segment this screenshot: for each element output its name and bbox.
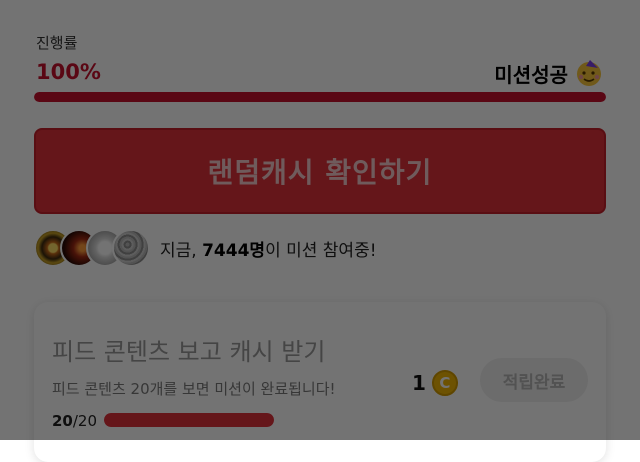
mission-count: 20/20 (52, 412, 97, 430)
participants-text: 지금, 7444명이 미션 참여중! (160, 236, 377, 261)
party-face-icon (574, 58, 604, 88)
mission-progress-bar (104, 413, 274, 427)
mission-card-title: 피드 콘텐츠 보고 캐시 받기 (52, 338, 326, 366)
participants-row: 지금, 7444명이 미션 참여중! (34, 226, 377, 270)
participants-count: 7444명 (202, 240, 266, 261)
random-cash-button[interactable]: 랜덤캐시 확인하기 (34, 128, 606, 214)
mission-card-description: 피드 콘텐츠 20개를 보면 미션이 완료됩니다! (52, 380, 336, 398)
mission-card: 피드 콘텐츠 보고 캐시 받기 피드 콘텐츠 20개를 보면 미션이 완료됩니다… (34, 302, 606, 462)
mission-status: 미션성공 (494, 58, 604, 88)
collect-done-button[interactable]: 적립완료 (480, 358, 588, 402)
avatar (112, 229, 150, 267)
mission-count-current: 20 (52, 412, 73, 430)
reward-count: 1 (412, 371, 426, 395)
participants-prefix: 지금, (160, 240, 203, 261)
progress-label: 진행률 (36, 34, 78, 52)
mission-count-total: /20 (72, 412, 98, 430)
progress-percent: 100% (36, 60, 101, 84)
mission-status-text: 미션성공 (494, 62, 568, 87)
coin-icon: C (431, 370, 458, 396)
participants-suffix: 이 미션 참여중! (265, 240, 377, 261)
progress-bar (34, 92, 606, 102)
random-cash-button-label: 랜덤캐시 확인하기 (207, 156, 433, 189)
mission-progress-fill (104, 413, 274, 427)
progress-bar-fill (34, 92, 606, 102)
reward: 1 C (412, 370, 458, 396)
